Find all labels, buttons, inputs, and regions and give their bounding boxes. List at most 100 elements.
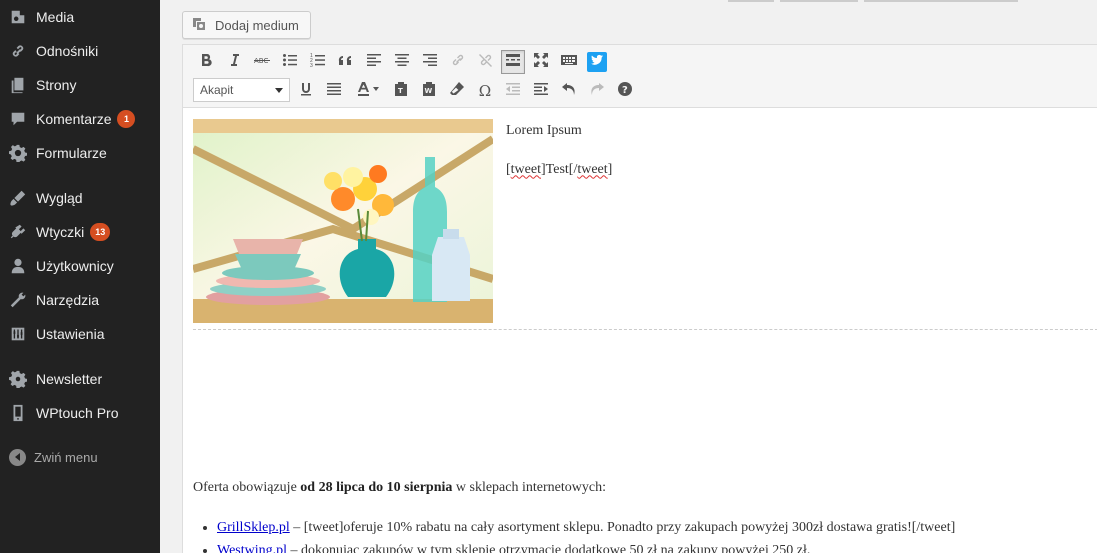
paste-word-icon: W xyxy=(421,81,437,101)
format-select-value: Akapit xyxy=(200,83,234,97)
bold-button[interactable] xyxy=(194,50,218,74)
shop-link[interactable]: Westwing.pl xyxy=(217,543,287,553)
align-right-icon xyxy=(422,52,438,72)
svg-text:W: W xyxy=(425,87,433,95)
special-character-button[interactable]: Ω xyxy=(473,79,497,103)
redo-button[interactable] xyxy=(585,79,609,103)
sidebar-item-comments[interactable]: Komentarze 1 xyxy=(0,102,160,136)
sidebar-item-plugins[interactable]: Wtyczki 13 xyxy=(0,215,160,249)
offer-text: Oferta obowiązuje xyxy=(193,480,301,495)
align-center-icon xyxy=(394,52,410,72)
clear-formatting-icon xyxy=(449,81,465,101)
insert-link-button[interactable] xyxy=(446,50,470,74)
list-item-text: – dokonując zakupów w tym sklepie otrzym… xyxy=(287,543,811,553)
unlink-button[interactable] xyxy=(474,50,498,74)
sidebar-item-settings[interactable]: Ustawienia xyxy=(0,317,160,351)
align-center-button[interactable] xyxy=(390,50,414,74)
sidebar-item-media[interactable]: Media xyxy=(0,0,160,34)
editor-content[interactable]: Lorem Ipsum [tweet]Test[/tweet] Oferta o… xyxy=(183,108,1097,553)
help-button[interactable]: ? xyxy=(613,79,637,103)
fullscreen-button[interactable] xyxy=(529,50,553,74)
media-icon xyxy=(8,7,28,27)
indent-button[interactable] xyxy=(529,79,553,103)
sidebar-item-forms[interactable]: Formularze xyxy=(0,136,160,170)
svg-text:3: 3 xyxy=(310,63,313,68)
side-paragraph: Lorem Ipsum xyxy=(506,121,612,141)
editor-tab[interactable] xyxy=(864,0,1018,2)
editor-tab[interactable] xyxy=(780,0,858,2)
bold-icon xyxy=(198,52,214,72)
sidebar-item-label: Wygląd xyxy=(36,190,83,206)
insert-link-icon xyxy=(450,52,466,72)
shop-link[interactable]: GrillSklep.pl xyxy=(217,520,290,535)
blockquote-button[interactable] xyxy=(334,50,358,74)
toolbar-toggle-icon xyxy=(561,52,577,72)
sidebar-item-label: Komentarze xyxy=(36,111,112,127)
sidebar-item-tools[interactable]: Narzędzia xyxy=(0,283,160,317)
add-media-icon xyxy=(191,16,209,34)
toolbar-toggle-button[interactable] xyxy=(557,50,581,74)
editor-tab[interactable] xyxy=(728,0,774,2)
sidebar-item-label: Wtyczki xyxy=(36,224,85,240)
collapse-menu-button[interactable]: Zwiń menu xyxy=(0,445,160,469)
align-left-button[interactable] xyxy=(362,50,386,74)
sidebar-item-pages[interactable]: Strony xyxy=(0,68,160,102)
strikethrough-button[interactable]: ABC xyxy=(250,50,274,74)
help-icon: ? xyxy=(617,81,633,101)
indent-icon xyxy=(533,81,549,101)
underline-button[interactable] xyxy=(294,79,318,103)
link-icon xyxy=(8,41,28,61)
users-icon xyxy=(8,256,28,276)
outdent-button[interactable] xyxy=(501,79,525,103)
sidebar-item-label: Media xyxy=(36,9,75,25)
shortcode-text: tweet xyxy=(510,161,541,177)
shortcode-text: ]Test[/ xyxy=(541,161,578,177)
side-text: Lorem Ipsum [tweet]Test[/tweet] xyxy=(506,121,612,198)
special-character-icon: Ω xyxy=(478,82,492,100)
paste-text-button[interactable]: T xyxy=(389,79,413,103)
post-image[interactable] xyxy=(193,119,493,323)
list-item-text: – [tweet]oferuje 10% rabatu na cały asor… xyxy=(289,520,956,535)
read-more-button[interactable] xyxy=(501,50,525,74)
justify-button[interactable] xyxy=(322,79,346,103)
justify-icon xyxy=(326,81,342,101)
shop-list: GrillSklep.pl – [tweet]oferuje 10% rabat… xyxy=(217,519,1097,553)
sidebar-item-users[interactable]: Użytkownicy xyxy=(0,249,160,283)
sidebar-item-wptouch-pro[interactable]: WPtouch Pro xyxy=(0,396,160,430)
read-more-icon xyxy=(505,52,521,72)
twitter-button[interactable] xyxy=(587,52,607,72)
comments-count-badge: 1 xyxy=(117,110,136,128)
outdent-icon xyxy=(505,81,521,101)
fullscreen-icon xyxy=(533,52,549,72)
format-select[interactable]: Akapit xyxy=(193,78,290,102)
italic-button[interactable] xyxy=(222,50,246,74)
undo-button[interactable] xyxy=(557,79,581,103)
align-right-button[interactable] xyxy=(418,50,442,74)
sidebar-item-links[interactable]: Odnośniki xyxy=(0,34,160,68)
side-paragraph: [tweet]Test[/tweet] xyxy=(506,160,612,180)
sidebar-item-newsletter[interactable]: Newsletter xyxy=(0,362,160,396)
gear-icon xyxy=(8,369,28,389)
blockquote-icon xyxy=(338,52,354,72)
paste-text-icon: T xyxy=(393,81,409,101)
sidebar-item-label: Strony xyxy=(36,77,77,93)
text-color-button[interactable] xyxy=(350,79,386,103)
offer-dates: od 28 lipca do 10 sierpnia xyxy=(300,480,453,495)
sidebar-item-label: Użytkownicy xyxy=(36,258,114,274)
plugins-update-badge: 13 xyxy=(90,223,111,241)
clear-formatting-button[interactable] xyxy=(445,79,469,103)
sidebar-item-label: Newsletter xyxy=(36,371,103,387)
gear-icon xyxy=(8,143,28,163)
paste-word-button[interactable]: W xyxy=(417,79,441,103)
sidebar-item-appearance[interactable]: Wygląd xyxy=(0,181,160,215)
add-media-button[interactable]: Dodaj medium xyxy=(182,11,311,39)
chevron-down-icon xyxy=(275,87,283,93)
more-divider xyxy=(193,329,1097,330)
list-item: GrillSklep.pl – [tweet]oferuje 10% rabat… xyxy=(217,519,1097,537)
numbered-list-button[interactable]: 123 xyxy=(306,50,330,74)
strikethrough-icon: ABC xyxy=(254,52,270,72)
italic-icon xyxy=(226,52,242,72)
bullet-list-button[interactable] xyxy=(278,50,302,74)
redo-icon xyxy=(589,81,605,101)
svg-text:T: T xyxy=(398,87,403,95)
